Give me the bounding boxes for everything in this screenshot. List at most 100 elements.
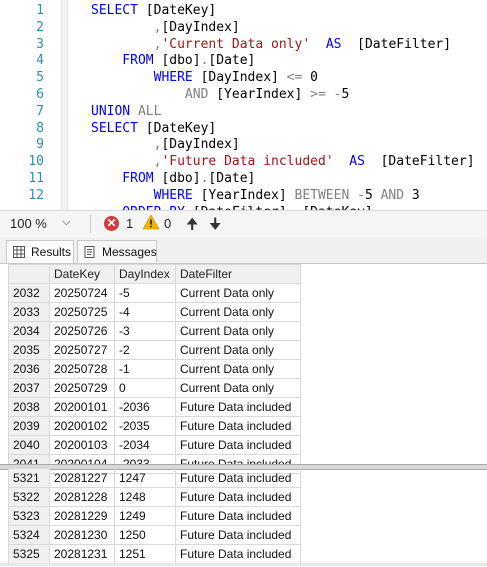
- row-number[interactable]: 2040: [8, 435, 50, 455]
- cell-datefilter[interactable]: Current Data only: [175, 302, 301, 322]
- cell-datekey[interactable]: 20281230: [49, 525, 115, 545]
- table-row[interactable]: 2036 20250728 -1 Current Data only: [8, 359, 301, 379]
- table-row[interactable]: 5322 20281228 1248 Future Data included: [8, 487, 301, 507]
- row-number[interactable]: 2033: [8, 302, 50, 322]
- code-line[interactable]: 8 SELECT [DateKey]: [0, 120, 487, 137]
- arrow-down-icon[interactable]: 🠋: [209, 214, 221, 239]
- warning-icon[interactable]: [142, 213, 160, 231]
- cell-datefilter[interactable]: Current Data only: [175, 340, 301, 360]
- table-row[interactable]: 5323 20281229 1249 Future Data included: [8, 506, 301, 526]
- table-row[interactable]: 2032 20250724 -5 Current Data only: [8, 283, 301, 303]
- cell-datekey[interactable]: 20200103: [49, 435, 115, 455]
- code-line[interactable]: 10 ,'Future Data included' AS [DateFilte…: [0, 153, 487, 170]
- table-row[interactable]: 2037 20250729 0 Current Data only: [8, 378, 301, 398]
- row-number[interactable]: 2037: [8, 378, 50, 398]
- table-row[interactable]: 5325 20281231 1251 Future Data included: [8, 544, 301, 564]
- cell-dayindex[interactable]: -4: [114, 302, 176, 322]
- cell-datefilter[interactable]: Future Data included: [175, 506, 301, 526]
- results-grid[interactable]: DateKey DayIndex DateFilter 2032 20250724…: [0, 263, 487, 567]
- table-row[interactable]: 2034 20250726 -3 Current Data only: [8, 321, 301, 341]
- column-header-datefilter[interactable]: DateFilter: [175, 264, 301, 284]
- zoom-level[interactable]: 100 %: [10, 216, 47, 231]
- row-number[interactable]: 5321: [8, 468, 50, 488]
- cell-datefilter[interactable]: Current Data only: [175, 321, 301, 341]
- cell-datekey[interactable]: 20200101: [49, 397, 115, 417]
- cell-datefilter[interactable]: Future Data included: [175, 435, 301, 455]
- sql-editor[interactable]: 1 SELECT [DateKey] 2 ,[DayIndex] 3 ,'Curren…: [0, 0, 487, 210]
- cell-datekey[interactable]: 20250728: [49, 359, 115, 379]
- warning-count[interactable]: 0: [164, 216, 171, 231]
- table-row[interactable]: 5324 20281230 1250 Future Data included: [8, 525, 301, 545]
- row-number[interactable]: 2038: [8, 397, 50, 417]
- code-line[interactable]: 7 UNION ALL: [0, 103, 487, 120]
- code-line[interactable]: 4 FROM [dbo].[Date]: [0, 52, 487, 69]
- cell-datefilter[interactable]: Future Data included: [175, 468, 301, 488]
- table-row[interactable]: 2035 20250727 -2 Current Data only: [8, 340, 301, 360]
- row-number[interactable]: 2034: [8, 321, 50, 341]
- cell-dayindex[interactable]: -2034: [114, 435, 176, 455]
- code-line[interactable]: 9 ,[DayIndex]: [0, 136, 487, 153]
- code-line[interactable]: 11 FROM [dbo].[Date]: [0, 170, 487, 187]
- cell-datefilter[interactable]: Future Data included: [175, 544, 301, 564]
- cell-datefilter[interactable]: Future Data included: [175, 525, 301, 545]
- tab-messages[interactable]: Messages: [77, 240, 157, 263]
- column-header-dayindex[interactable]: DayIndex: [114, 264, 176, 284]
- table-row[interactable]: 2038 20200101 -2036 Future Data included: [8, 397, 301, 417]
- table-row[interactable]: 5321 20281227 1247 Future Data included: [8, 468, 301, 488]
- cell-dayindex[interactable]: -2: [114, 340, 176, 360]
- cell-datekey[interactable]: 20281228: [49, 487, 115, 507]
- row-number[interactable]: 5324: [8, 525, 50, 545]
- cell-dayindex[interactable]: 1251: [114, 544, 176, 564]
- cell-datekey[interactable]: 20250727: [49, 340, 115, 360]
- cell-datefilter[interactable]: Current Data only: [175, 378, 301, 398]
- error-count[interactable]: 1: [126, 216, 133, 231]
- cell-datekey[interactable]: 20200102: [49, 416, 115, 436]
- table-row[interactable]: 2040 20200103 -2034 Future Data included: [8, 435, 301, 455]
- arrow-up-icon[interactable]: 🠉: [186, 214, 198, 239]
- table-row[interactable]: 2033 20250725 -4 Current Data only: [8, 302, 301, 322]
- cell-dayindex[interactable]: -5: [114, 283, 176, 303]
- cell-dayindex[interactable]: -1: [114, 359, 176, 379]
- code-line[interactable]: 2 ,[DayIndex]: [0, 19, 487, 36]
- code-line[interactable]: 3 ,'Current Data only' AS [DateFilter]: [0, 36, 487, 53]
- code-line[interactable]: 1 SELECT [DateKey]: [0, 2, 487, 19]
- cell-datekey[interactable]: 20281231: [49, 544, 115, 564]
- cell-datefilter[interactable]: Future Data included: [175, 397, 301, 417]
- cell-dayindex[interactable]: -3: [114, 321, 176, 341]
- cell-dayindex[interactable]: 1248: [114, 487, 176, 507]
- cell-datefilter[interactable]: Future Data included: [175, 416, 301, 436]
- row-number[interactable]: 5322: [8, 487, 50, 507]
- cell-datefilter[interactable]: Current Data only: [175, 359, 301, 379]
- cell-dayindex[interactable]: -2035: [114, 416, 176, 436]
- cell-dayindex[interactable]: 1249: [114, 506, 176, 526]
- cell-dayindex[interactable]: 1250: [114, 525, 176, 545]
- row-number[interactable]: 5325: [8, 544, 50, 564]
- tab-results[interactable]: Results: [6, 240, 74, 263]
- row-number[interactable]: 2035: [8, 340, 50, 360]
- code-line[interactable]: 5 WHERE [DayIndex] <= 0: [0, 69, 487, 86]
- cell-datekey[interactable]: 20250726: [49, 321, 115, 341]
- code-line[interactable]: 6 AND [YearIndex] >= -5: [0, 86, 487, 103]
- code-line[interactable]: 12 WHERE [YearIndex] BETWEEN -5 AND 3: [0, 187, 487, 204]
- column-header-datekey[interactable]: DateKey: [49, 264, 115, 284]
- table-row[interactable]: 2039 20200102 -2035 Future Data included: [8, 416, 301, 436]
- cell-datefilter[interactable]: Current Data only: [175, 283, 301, 303]
- cell-datekey[interactable]: 20250724: [49, 283, 115, 303]
- code-token: [YearIndex]: [200, 187, 295, 203]
- cell-datekey[interactable]: 20281227: [49, 468, 115, 488]
- cell-dayindex[interactable]: 1247: [114, 468, 176, 488]
- chevron-down-icon[interactable]: ⌵: [62, 216, 70, 229]
- cell-datekey[interactable]: 20250729: [49, 378, 115, 398]
- error-icon[interactable]: ✕: [104, 216, 119, 231]
- cell-datekey[interactable]: 20250725: [49, 302, 115, 322]
- row-number[interactable]: 2036: [8, 359, 50, 379]
- row-number[interactable]: 2039: [8, 416, 50, 436]
- cell-datefilter[interactable]: Future Data included: [175, 487, 301, 507]
- row-number[interactable]: 2032: [8, 283, 50, 303]
- cell-dayindex[interactable]: 0: [114, 378, 176, 398]
- column-header-rownum[interactable]: [8, 264, 50, 284]
- row-number[interactable]: 5323: [8, 506, 50, 526]
- line-number: 11: [28, 171, 44, 186]
- cell-datekey[interactable]: 20281229: [49, 506, 115, 526]
- cell-dayindex[interactable]: -2036: [114, 397, 176, 417]
